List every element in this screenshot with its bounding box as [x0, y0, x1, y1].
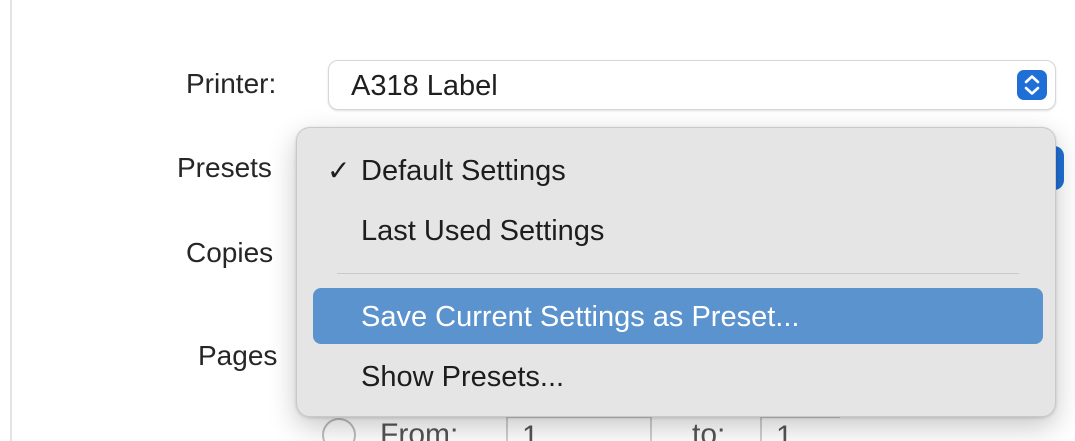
presets-dropdown-menu: ✓ Default Settings Last Used Settings Sa…: [296, 127, 1056, 417]
presets-label: Presets: [177, 152, 272, 183]
copies-label: Copies: [186, 237, 274, 268]
checkmark-icon: ✓: [327, 155, 351, 186]
menu-item-last-used-settings[interactable]: Last Used Settings: [313, 202, 1043, 258]
printer-selected-value: A318 Label: [351, 70, 498, 102]
menu-separator: [337, 273, 1019, 274]
printer-popup-button[interactable]: A318 Label: [328, 60, 1056, 110]
menu-item-show-presets[interactable]: Show Presets...: [313, 348, 1043, 404]
menu-item-save-current-settings[interactable]: Save Current Settings as Preset...: [313, 288, 1043, 344]
page-range-radio[interactable]: [322, 418, 356, 441]
printer-label: Printer:: [186, 68, 277, 99]
pages-label: Pages: [198, 340, 278, 371]
menu-item-default-settings[interactable]: ✓ Default Settings: [313, 142, 1043, 198]
window-left-edge: [10, 0, 12, 441]
from-label: From:: [380, 418, 459, 441]
to-field[interactable]: 1: [760, 416, 840, 441]
to-label: to:: [692, 418, 726, 441]
up-down-chevron-icon: [1017, 70, 1047, 100]
from-field[interactable]: 1: [506, 416, 652, 441]
